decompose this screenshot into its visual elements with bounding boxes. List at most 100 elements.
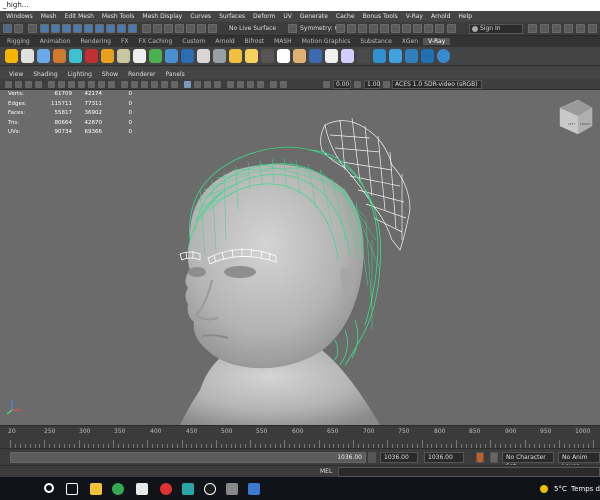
joint-mask-icon[interactable] — [117, 24, 126, 33]
vray-checker-icon[interactable] — [325, 49, 338, 63]
tool-settings-icon[interactable] — [564, 24, 573, 33]
panel-menu-view[interactable]: View — [4, 71, 28, 78]
search-icon[interactable] — [44, 483, 54, 493]
tab-bifrost[interactable]: Bifrost — [240, 38, 269, 45]
tab-rigging[interactable]: Rigging — [2, 38, 35, 45]
modeling-toolkit-icon[interactable] — [447, 24, 456, 33]
film-gate-icon[interactable] — [58, 81, 65, 88]
vray-mesh-light-icon[interactable] — [85, 49, 98, 63]
gamma-field[interactable]: 1.00 — [364, 80, 380, 89]
gamma-reset-icon[interactable] — [354, 81, 361, 88]
vray-cosmos-icon[interactable] — [405, 49, 418, 63]
app-icon[interactable] — [136, 483, 148, 495]
vray-plane-icon[interactable] — [213, 49, 226, 63]
motion-blur-icon[interactable] — [194, 81, 201, 88]
menu-arnold[interactable]: Arnold — [427, 13, 454, 20]
vray-object-props-icon[interactable] — [357, 49, 370, 63]
camera-attr-icon[interactable] — [15, 81, 22, 88]
color-management-icon[interactable] — [383, 81, 390, 88]
key-prefs-icon[interactable] — [490, 452, 498, 463]
perspective-viewport[interactable]: Verts: 61709 42174 0 Edges: 115711 77311 0 Fac… — [0, 90, 600, 425]
snap-curve-icon[interactable] — [153, 24, 162, 33]
vray-aerial-icon[interactable] — [293, 49, 306, 63]
maya-icon[interactable] — [182, 483, 194, 495]
ambient-occlusion-icon[interactable] — [184, 81, 191, 88]
vray-subdiv-icon[interactable] — [245, 49, 258, 63]
vray-sky-icon[interactable] — [277, 49, 290, 63]
menu-uv[interactable]: UV — [279, 13, 296, 20]
menu-help[interactable]: Help — [454, 13, 476, 20]
curve-mask-icon[interactable] — [95, 24, 104, 33]
outliner-icon[interactable] — [588, 24, 597, 33]
vray-dome-icon[interactable] — [53, 49, 66, 63]
deform-mask-icon[interactable] — [106, 24, 115, 33]
tab-rendering[interactable]: Rendering — [75, 38, 116, 45]
vray-sun-icon[interactable] — [117, 49, 130, 63]
script-language-label[interactable]: MEL — [320, 468, 332, 475]
anti-aliasing-icon[interactable] — [204, 81, 211, 88]
xray-components-icon[interactable] — [257, 81, 264, 88]
vray-light-icon[interactable] — [37, 49, 50, 63]
arnold-render-icon[interactable] — [435, 24, 444, 33]
snap-view-icon[interactable] — [175, 24, 184, 33]
tab-mash[interactable]: MASH — [269, 38, 297, 45]
vray-proxy-icon[interactable] — [165, 49, 178, 63]
tab-custom[interactable]: Custom — [177, 38, 210, 45]
uv-mask-icon[interactable] — [73, 24, 82, 33]
panel-menu-show[interactable]: Show — [97, 71, 123, 78]
cube-app-icon[interactable] — [226, 483, 238, 495]
camera-icon[interactable] — [5, 81, 12, 88]
grid-icon[interactable] — [48, 81, 55, 88]
snap-point-icon[interactable] — [164, 24, 173, 33]
snap-vertex-icon[interactable] — [197, 24, 206, 33]
vray-help-icon[interactable] — [437, 49, 450, 63]
vray-matte-icon[interactable] — [341, 49, 354, 63]
vertex-mask-icon[interactable] — [40, 24, 49, 33]
panel-menu-lighting[interactable]: Lighting — [63, 71, 97, 78]
channel-box-icon[interactable] — [576, 24, 585, 33]
workspace-icon[interactable] — [528, 24, 537, 33]
range-bar[interactable]: 1036.00 — [10, 452, 366, 463]
vray-volume-icon[interactable] — [261, 49, 274, 63]
edge-mask-icon[interactable] — [51, 24, 60, 33]
vray-ipr-icon[interactable] — [424, 24, 433, 33]
menu-cache[interactable]: Cache — [332, 13, 359, 20]
ipr-render-icon[interactable] — [358, 24, 367, 33]
bookmark-icon[interactable] — [25, 81, 32, 88]
vray-ies-icon[interactable] — [101, 49, 114, 63]
lasso-icon[interactable] — [14, 24, 23, 33]
chrome-icon[interactable] — [112, 483, 124, 495]
view-transform-select[interactable]: ACES 1.0 SDR-video (sRGB) — [392, 80, 482, 89]
exposure-field[interactable]: 0.00 — [333, 80, 351, 89]
vray-env-fog-icon[interactable] — [309, 49, 322, 63]
resolution-gate-icon[interactable] — [68, 81, 75, 88]
menu-mesh-tools[interactable]: Mesh Tools — [98, 13, 138, 20]
tab-vray[interactable]: V-Ray — [423, 38, 451, 45]
shadows-icon[interactable] — [171, 81, 178, 88]
menu-curves[interactable]: Curves — [186, 13, 215, 20]
vray-render-icon[interactable] — [5, 49, 18, 63]
time-slider[interactable]: 20 250 300 350 400 450 500 550 600 650 7… — [0, 425, 600, 448]
unreal-icon[interactable] — [204, 483, 216, 495]
menu-deform[interactable]: Deform — [249, 13, 279, 20]
wireframe-icon[interactable] — [121, 81, 128, 88]
tab-substance[interactable]: Substance — [355, 38, 396, 45]
xray-icon[interactable] — [237, 81, 244, 88]
panel-menu-panels[interactable]: Panels — [160, 71, 189, 78]
opera-icon[interactable] — [160, 483, 172, 495]
vray-vfb-icon[interactable] — [413, 24, 422, 33]
render-mask-icon[interactable] — [128, 24, 137, 33]
face-mask-icon[interactable] — [62, 24, 71, 33]
vray-displacement-icon[interactable] — [229, 49, 242, 63]
task-view-icon[interactable] — [66, 483, 78, 495]
field-chart-icon[interactable] — [88, 81, 95, 88]
anim-layer-select[interactable]: No Anim Layer — [558, 452, 600, 470]
tab-fx-caching[interactable]: FX Caching — [134, 38, 178, 45]
live-surface-icon[interactable] — [208, 24, 217, 33]
light-editor-icon[interactable] — [402, 24, 411, 33]
weather-temperature[interactable]: 5°C — [554, 485, 567, 493]
vray-fur-icon[interactable] — [149, 49, 162, 63]
use-all-lights-icon[interactable] — [161, 81, 168, 88]
tab-arnold[interactable]: Arnold — [210, 38, 239, 45]
modeling-toolkit-toggle-icon[interactable] — [540, 24, 549, 33]
